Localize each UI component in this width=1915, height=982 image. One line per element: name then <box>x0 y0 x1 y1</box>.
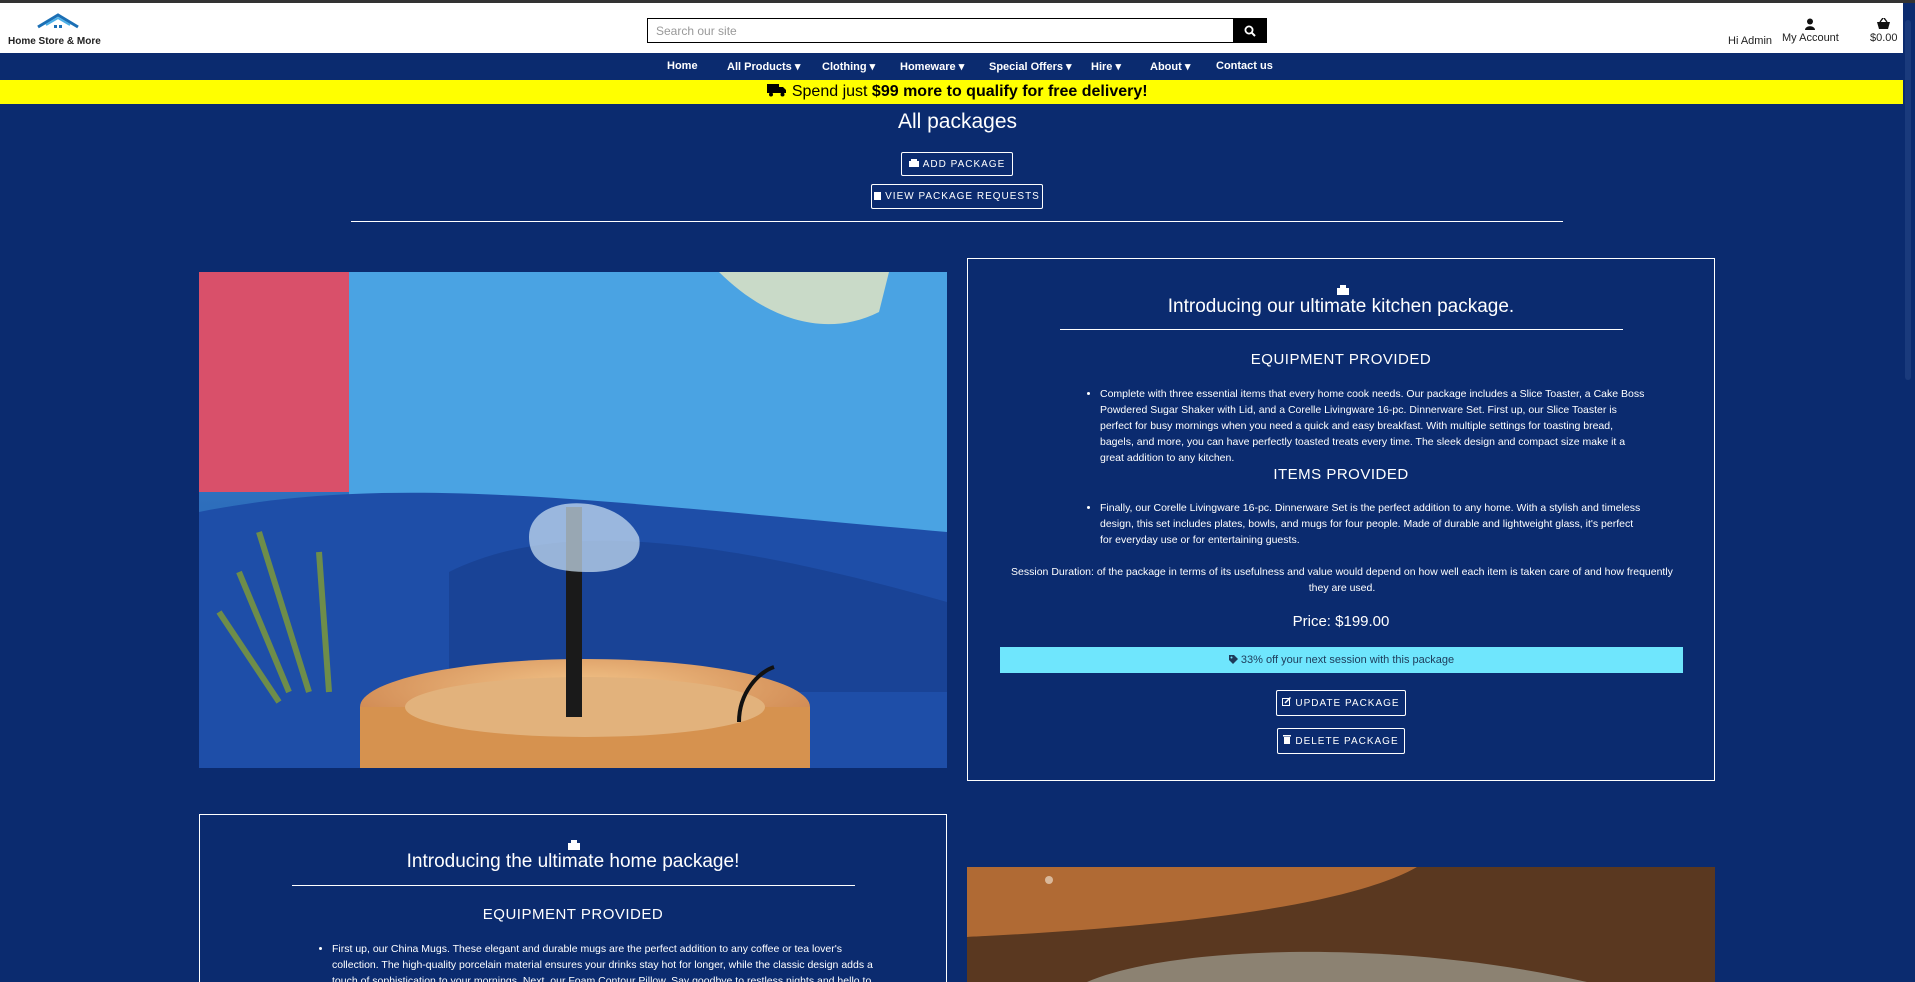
free-delivery-banner: Spend just $99 more to qualify for free … <box>0 80 1915 104</box>
nav-item-hire[interactable]: Hire ▾ <box>1091 60 1121 73</box>
package-title: Introducing the ultimate home package! <box>406 851 740 872</box>
house-logo-icon <box>37 13 79 29</box>
basket-icon <box>1870 17 1898 32</box>
banner-amount: $99 more to qualify for free delivery! <box>871 83 1148 100</box>
list-item: Complete with three essential items that… <box>1100 386 1646 466</box>
caret-down-icon: ▾ <box>1184 61 1191 73</box>
greeting-text: Hi Admin <box>1728 35 1773 47</box>
list-item: Finally, our Corelle Livingware 16-pc. D… <box>1100 500 1646 548</box>
package-image <box>967 867 1715 982</box>
account-label: My Account <box>1782 32 1839 44</box>
discount-badge: 33% off your next session with this pack… <box>1000 647 1683 673</box>
site-header: Home Store & More Hi Admin My Account $0… <box>0 3 1915 53</box>
package-icon <box>908 158 919 170</box>
site-logo[interactable]: Home Store & More <box>8 13 118 49</box>
clipboard-icon <box>874 191 882 203</box>
caret-down-icon: ▾ <box>1066 61 1072 73</box>
my-account-link[interactable]: My Account <box>1782 18 1839 44</box>
admin-greeting: Hi Admin <box>1728 35 1772 47</box>
cart-total: $0.00 <box>1870 32 1898 44</box>
search-icon <box>1244 25 1256 37</box>
items-list: Finally, our Corelle Livingware 16-pc. D… <box>1086 500 1646 548</box>
caret-down-icon: ▾ <box>794 61 801 73</box>
trash-icon <box>1283 735 1292 747</box>
update-package-button[interactable]: Update Package <box>1276 690 1406 716</box>
package-card: Introducing our ultimate kitchen package… <box>967 258 1715 781</box>
nav-item-all-products[interactable]: All Products ▾ <box>727 60 800 73</box>
equipment-heading: EQUIPMENT PROVIDED <box>1250 351 1432 368</box>
nav-item-special-offers[interactable]: Special Offers ▾ <box>989 60 1072 73</box>
tag-icon <box>1228 654 1241 666</box>
logo-text: Home Store & More <box>8 36 101 47</box>
card-divider <box>292 885 855 886</box>
add-package-button[interactable]: Add Package <box>901 152 1013 176</box>
scrollbar-thumb[interactable] <box>1905 20 1911 380</box>
view-package-requests-button[interactable]: View Package Requests <box>871 184 1043 209</box>
nav-item-home[interactable]: Home <box>667 60 698 72</box>
nav-item-clothing[interactable]: Clothing ▾ <box>822 60 875 73</box>
nav-item-homeware[interactable]: Homeware ▾ <box>900 60 964 73</box>
divider <box>351 221 1563 222</box>
truck-icon <box>767 83 791 100</box>
equipment-list: Complete with three essential items that… <box>1086 386 1646 466</box>
card-divider <box>1060 329 1623 330</box>
page-title: All packages <box>897 110 1018 133</box>
package-title: Introducing our ultimate kitchen package… <box>1167 296 1515 317</box>
nav-item-about[interactable]: About ▾ <box>1150 60 1190 73</box>
session-duration: Session Duration: of the package in term… <box>1011 566 1673 594</box>
caret-down-icon: ▾ <box>958 61 965 73</box>
banner-prefix: Spend just <box>791 83 872 100</box>
search-box <box>647 18 1235 43</box>
cart-link[interactable]: $0.00 <box>1870 17 1898 44</box>
caret-down-icon: ▾ <box>1115 61 1121 73</box>
package-image <box>199 272 947 768</box>
search-button[interactable] <box>1233 18 1267 43</box>
nav-item-contact[interactable]: Contact us <box>1216 60 1273 72</box>
main-nav: Home All Products ▾ Clothing ▾ Homeware … <box>0 53 1915 80</box>
list-item: First up, our China Mugs. These elegant … <box>332 941 878 982</box>
caret-down-icon: ▾ <box>869 61 876 73</box>
user-icon <box>1782 18 1839 32</box>
items-heading: ITEMS PROVIDED <box>1273 466 1409 483</box>
delete-package-button[interactable]: Delete Package <box>1277 728 1405 754</box>
equipment-list: First up, our China Mugs. These elegant … <box>318 941 878 982</box>
package-card: Introducing the ultimate home package! E… <box>199 814 947 982</box>
edit-icon <box>1282 696 1292 709</box>
equipment-heading: EQUIPMENT PROVIDED <box>482 906 664 923</box>
search-input[interactable] <box>648 19 1235 42</box>
package-price: Price: $199.00 <box>1292 613 1390 630</box>
